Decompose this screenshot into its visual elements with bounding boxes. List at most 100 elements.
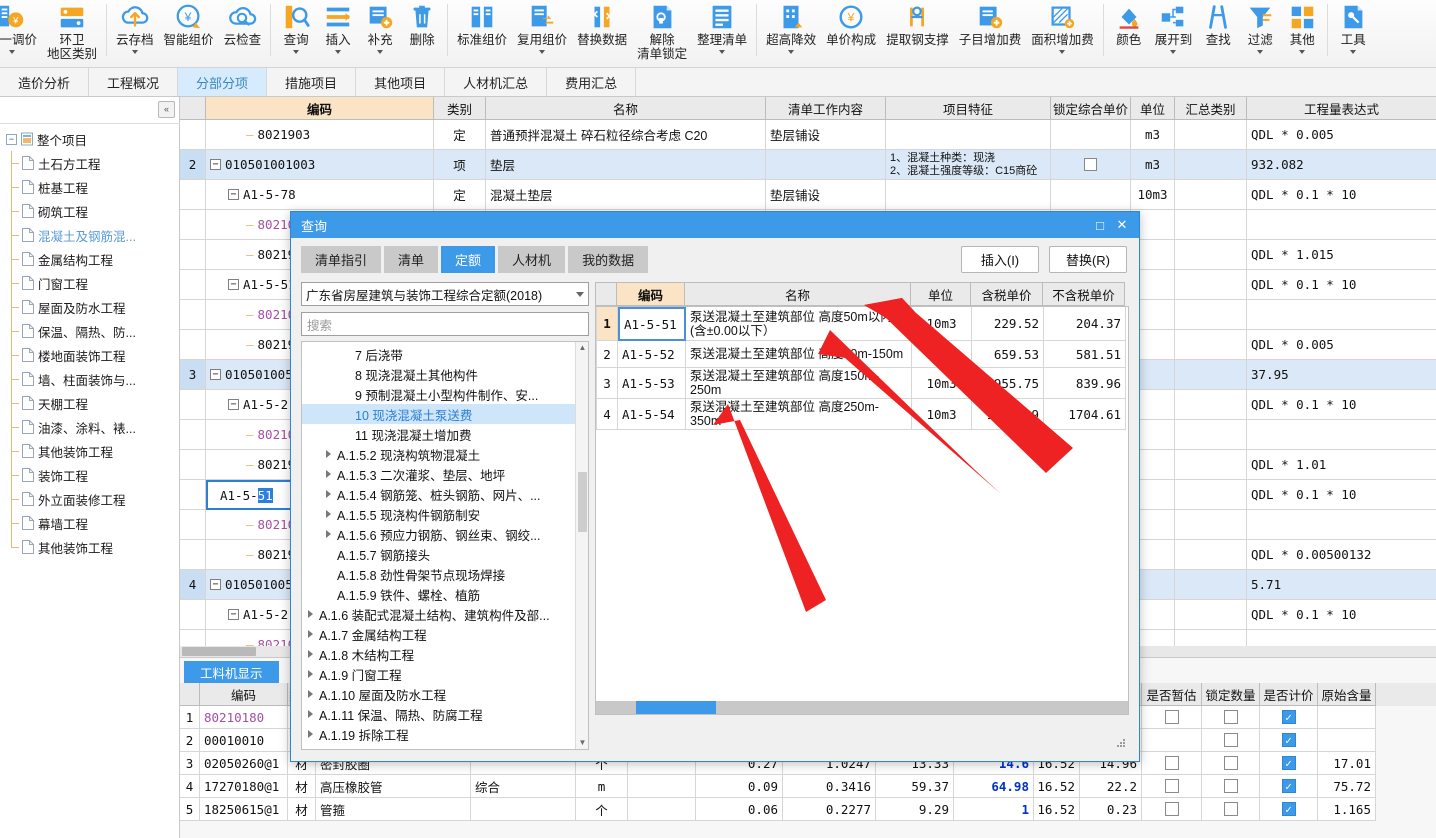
bottom-cell-priced[interactable]: ✓ xyxy=(1260,706,1318,729)
bottom-cell-type[interactable]: 材 xyxy=(288,775,316,798)
lock-quantity-checkbox[interactable] xyxy=(1223,779,1238,793)
norm-cell-code[interactable]: A1-5-53 xyxy=(618,368,686,399)
chevron-right-icon[interactable] xyxy=(326,470,331,478)
ribbon-button-unified-price[interactable]: ¥ 统一调价 xyxy=(0,0,42,66)
library-select[interactable]: 广东省房屋建筑与装饰工程综合定额(2018) xyxy=(301,282,589,306)
norm-tree-node-10[interactable]: A.1.5.7 钢筋接头 xyxy=(302,544,575,564)
cell-seq[interactable] xyxy=(180,270,206,300)
norm-cell-idx[interactable]: 3 xyxy=(596,368,618,399)
bottom-cell-locked[interactable] xyxy=(1202,798,1260,821)
cell-expr[interactable]: 932.082 xyxy=(1247,150,1436,180)
priced-checkbox[interactable]: ✓ xyxy=(1281,802,1296,816)
column-header-type[interactable]: 类别 xyxy=(434,97,486,120)
bottom-cell-locked[interactable] xyxy=(1202,729,1260,752)
tab-6[interactable]: 费用汇总 xyxy=(547,68,637,96)
list-item[interactable]: 4 17270180@1 材高压橡胶管 综合 m 0.09 0.3416 59.37 64.98… xyxy=(180,775,1436,798)
sidebar-item-1[interactable]: 桩基工程 xyxy=(0,175,180,199)
sidebar-item-5[interactable]: 门窗工程 xyxy=(0,271,180,295)
bottom-cell-orig[interactable] xyxy=(1318,706,1376,729)
cell-expr[interactable]: 5.71 xyxy=(1247,570,1436,600)
bottom-cell-prov[interactable] xyxy=(1142,775,1202,798)
norm-cell-idx[interactable]: 1 xyxy=(596,307,618,341)
bottom-cell-amount[interactable]: 0.09 xyxy=(696,775,783,798)
bottom-cell-price3[interactable]: 64.98 xyxy=(954,775,1034,798)
collapse-panel-button[interactable]: « xyxy=(158,101,175,118)
cell-cat[interactable] xyxy=(1175,450,1247,480)
norm-table-row[interactable]: 3 A1-5-53 泵送混凝土至建筑部位 高度150m-250m 10m3 955.75… xyxy=(596,368,1128,399)
expand-toggle-icon[interactable]: − xyxy=(228,609,239,620)
bottom-cell-total[interactable]: 22.2 xyxy=(1080,775,1142,798)
bottom-column-header-orig[interactable]: 原始含量 xyxy=(1318,683,1376,706)
cell-code[interactable]: −010501001003 xyxy=(206,150,434,180)
chevron-down-icon[interactable] xyxy=(1257,50,1264,54)
cell-expr[interactable]: QDL * 0.005 xyxy=(1247,330,1436,360)
norm-tree-node-14[interactable]: A.1.7 金属结构工程 xyxy=(302,624,575,644)
norm-tree-node-20[interactable]: A.1.20 模板工程 xyxy=(302,744,575,750)
norm-cell-notax[interactable]: 839.96 xyxy=(1044,368,1126,399)
chevron-right-icon[interactable] xyxy=(308,650,313,658)
column-header-feat[interactable]: 项目特征 xyxy=(886,97,1051,120)
cell-expr[interactable] xyxy=(1247,210,1436,240)
cell-seq[interactable] xyxy=(180,540,206,570)
norm-cell-notax[interactable]: 204.37 xyxy=(1044,307,1126,341)
norm-tree-node-17[interactable]: A.1.10 屋面及防水工程 xyxy=(302,684,575,704)
cell-expr[interactable]: QDL * 0.005 xyxy=(1247,120,1436,150)
ribbon-button-color[interactable]: 颜色 xyxy=(1108,0,1150,66)
cell-cat[interactable] xyxy=(1175,390,1247,420)
norm-tree-node-16[interactable]: A.1.9 门窗工程 xyxy=(302,664,575,684)
cell-seq[interactable] xyxy=(180,450,206,480)
column-header-lock[interactable]: 锁定综合单价 xyxy=(1051,97,1131,120)
ribbon-button-expand-to[interactable]: 展开到 xyxy=(1150,0,1198,66)
cell-expr[interactable]: QDL * 1.01 xyxy=(1247,450,1436,480)
norm-table-row[interactable]: 4 A1-5-54 泵送混凝土至建筑部位 高度250m-350m 10m3 1951.2… xyxy=(596,399,1128,430)
ribbon-button-reuse-price[interactable]: 复用组价 xyxy=(512,0,572,66)
sidebar-item-16[interactable]: 其他装饰工程 xyxy=(0,535,180,559)
ribbon-button-subitem-surcharge[interactable]: 子目增加费 xyxy=(954,0,1027,66)
cell-cat[interactable] xyxy=(1175,540,1247,570)
expand-toggle-icon[interactable]: − xyxy=(210,159,221,170)
chevron-down-icon[interactable] xyxy=(788,50,795,54)
cell-seq[interactable] xyxy=(180,120,206,150)
cell-seq[interactable] xyxy=(180,480,206,510)
bottom-column-header-seq[interactable] xyxy=(180,683,200,706)
cell-lock[interactable] xyxy=(1051,150,1131,180)
sidebar-item-6[interactable]: 屋面及防水工程 xyxy=(0,295,180,319)
sidebar-item-15[interactable]: 幕墙工程 xyxy=(0,511,180,535)
norm-cell-name[interactable]: 泵送混凝土至建筑部位 高度250m-350m xyxy=(686,399,912,430)
sidebar-item-12[interactable]: 其他装饰工程 xyxy=(0,439,180,463)
bottom-cell-qty[interactable] xyxy=(628,775,696,798)
cell-cat[interactable] xyxy=(1175,210,1247,240)
chevron-down-icon[interactable] xyxy=(1170,50,1177,54)
dialog-tab-3[interactable]: 人材机 xyxy=(498,246,566,273)
norm-tree-node-3[interactable]: 10 现浇混凝土泵送费 xyxy=(302,404,575,424)
ribbon-button-cloud-upload[interactable]: 云存档 xyxy=(111,0,159,66)
cell-cat[interactable] xyxy=(1175,600,1247,630)
norm-tree-node-1[interactable]: 8 现浇混凝土其他构件 xyxy=(302,364,575,384)
chevron-down-icon[interactable] xyxy=(539,50,546,54)
lock-unit-price-checkbox[interactable] xyxy=(1084,158,1097,171)
bottom-cell-seq[interactable]: 5 xyxy=(180,798,200,821)
norm-tree-node-4[interactable]: 11 现浇混凝土增加费 xyxy=(302,424,575,444)
replace-button[interactable]: 替换(R) xyxy=(1049,246,1127,273)
tab-0[interactable]: 造价分析 xyxy=(0,68,90,96)
cell-feat[interactable] xyxy=(886,180,1051,210)
expand-toggle-icon[interactable]: − xyxy=(228,399,239,410)
close-icon[interactable]: ✕ xyxy=(1111,215,1133,235)
scroll-down-icon[interactable]: ▼ xyxy=(578,738,587,748)
bottom-column-header-priced[interactable]: 是否计价 xyxy=(1260,683,1318,706)
tree-root-node[interactable]: − 整个项目 xyxy=(0,127,180,151)
cell-work[interactable] xyxy=(766,150,886,180)
cell-seq[interactable] xyxy=(180,300,206,330)
bottom-cell-price1[interactable]: 0.2277 xyxy=(783,798,876,821)
bottom-cell-code[interactable]: 17270180@1 xyxy=(200,775,288,798)
bottom-cell-priced[interactable]: ✓ xyxy=(1260,775,1318,798)
bottom-cell-unit[interactable]: 个 xyxy=(576,798,628,821)
bottom-cell-seq[interactable]: 3 xyxy=(180,752,200,775)
sidebar-item-10[interactable]: 天棚工程 xyxy=(0,391,180,415)
ribbon-button-area-surcharge[interactable]: 面积增加费 xyxy=(1026,0,1099,66)
chevron-down-icon[interactable] xyxy=(719,50,726,54)
cell-name[interactable]: 混凝土垫层 xyxy=(486,180,766,210)
priced-checkbox[interactable]: ✓ xyxy=(1281,710,1296,724)
norm-cell-unit[interactable]: 10m3 xyxy=(912,368,972,399)
norm-tree-node-7[interactable]: A.1.5.4 钢筋笼、桩头钢筋、网片、... xyxy=(302,484,575,504)
